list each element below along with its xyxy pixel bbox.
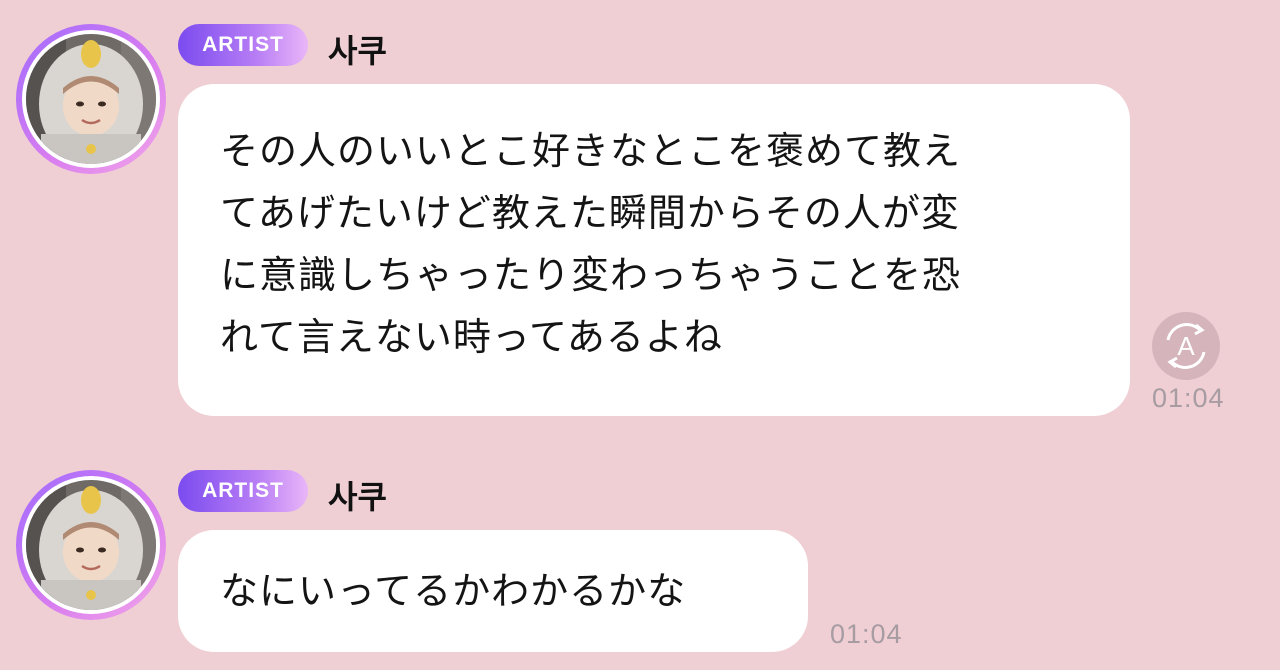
translate-button[interactable]: A <box>1150 310 1222 382</box>
artist-badge: ARTIST <box>178 470 308 512</box>
artist-badge: ARTIST <box>178 24 308 66</box>
avatar-photo <box>26 34 156 164</box>
message-line: に意識しちゃったり変わっちゃうことを恐 <box>220 253 962 297</box>
sender-name: 사쿠 <box>328 32 387 70</box>
translate-icon: A <box>1152 312 1220 380</box>
artist-avatar[interactable] <box>16 24 166 174</box>
message-bubble[interactable]: その人のいいとこ好きなとこを褒めて教え てあげたいけど教えた瞬間からその人が変 … <box>178 84 1130 416</box>
svg-text:A: A <box>1177 331 1195 361</box>
sender-name: 사쿠 <box>328 478 387 516</box>
timestamp: 01:04 <box>1152 383 1225 413</box>
message-line: その人のいいとこ好きなとこを褒めて教え <box>220 129 962 173</box>
artist-avatar[interactable] <box>16 470 166 620</box>
message-bubble[interactable]: なにいってるかわかるかな <box>178 530 808 652</box>
avatar-photo <box>26 480 156 610</box>
timestamp: 01:04 <box>830 619 903 649</box>
message-line: なにいってるかわかるかな <box>220 569 687 613</box>
message-line: てあげたいけど教えた瞬間からその人が変 <box>220 191 960 235</box>
message-line: れて言えない時ってあるよね <box>220 315 723 359</box>
